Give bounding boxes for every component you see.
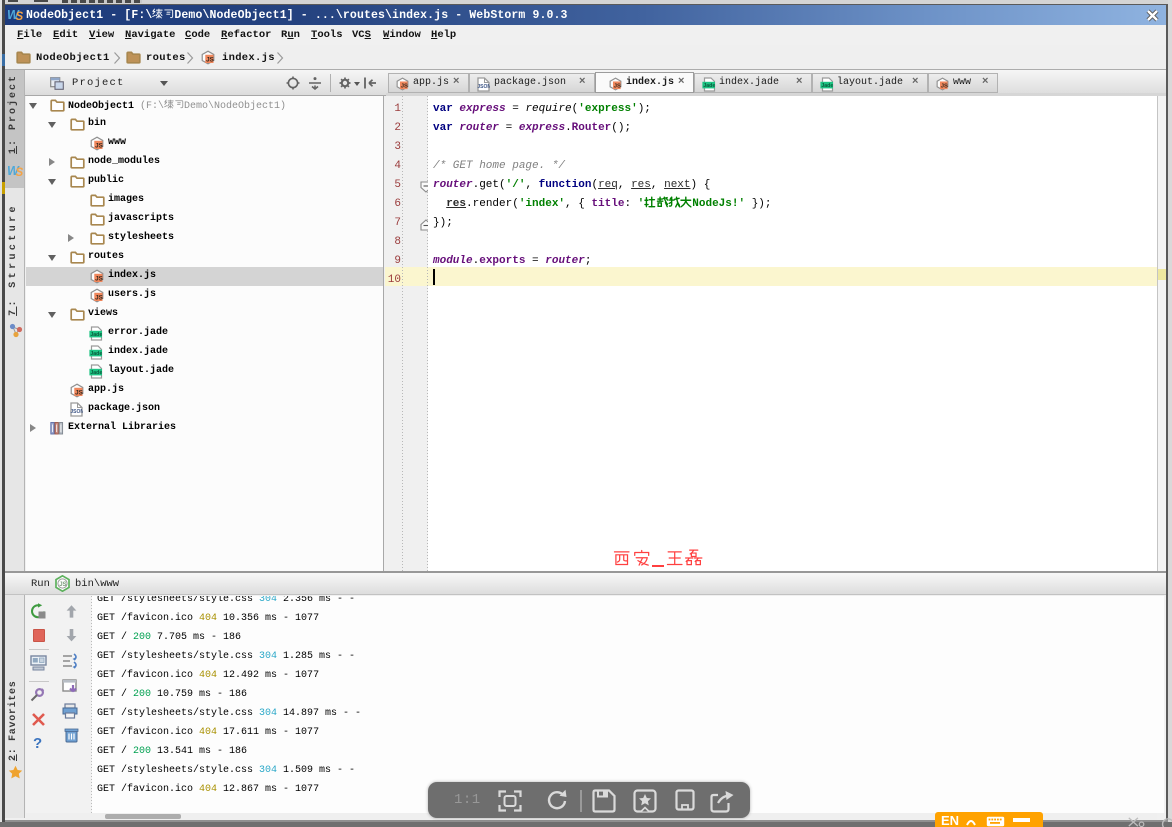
svg-text:JS: JS <box>95 276 103 283</box>
svg-text:JSON: JSON <box>477 84 490 90</box>
svg-text:Jade: Jade <box>90 370 102 376</box>
svg-text:JS: JS <box>75 390 83 397</box>
svg-text:Jade: Jade <box>90 351 102 357</box>
svg-text:JS: JS <box>401 84 408 90</box>
svg-text:JS: JS <box>95 295 103 302</box>
svg-text:JSON: JSON <box>70 409 83 415</box>
svg-text:JS: JS <box>95 143 103 150</box>
svg-text:JS: JS <box>206 57 214 64</box>
svg-text:JS: JS <box>941 84 948 90</box>
svg-text:Jade: Jade <box>821 83 833 89</box>
svg-text:S: S <box>16 11 24 22</box>
svg-text:JS: JS <box>614 84 621 90</box>
svg-text:S: S <box>16 167 24 178</box>
svg-text:Jade: Jade <box>703 83 715 89</box>
svg-text:Jade: Jade <box>90 332 102 338</box>
svg-text:JS: JS <box>59 582 66 588</box>
